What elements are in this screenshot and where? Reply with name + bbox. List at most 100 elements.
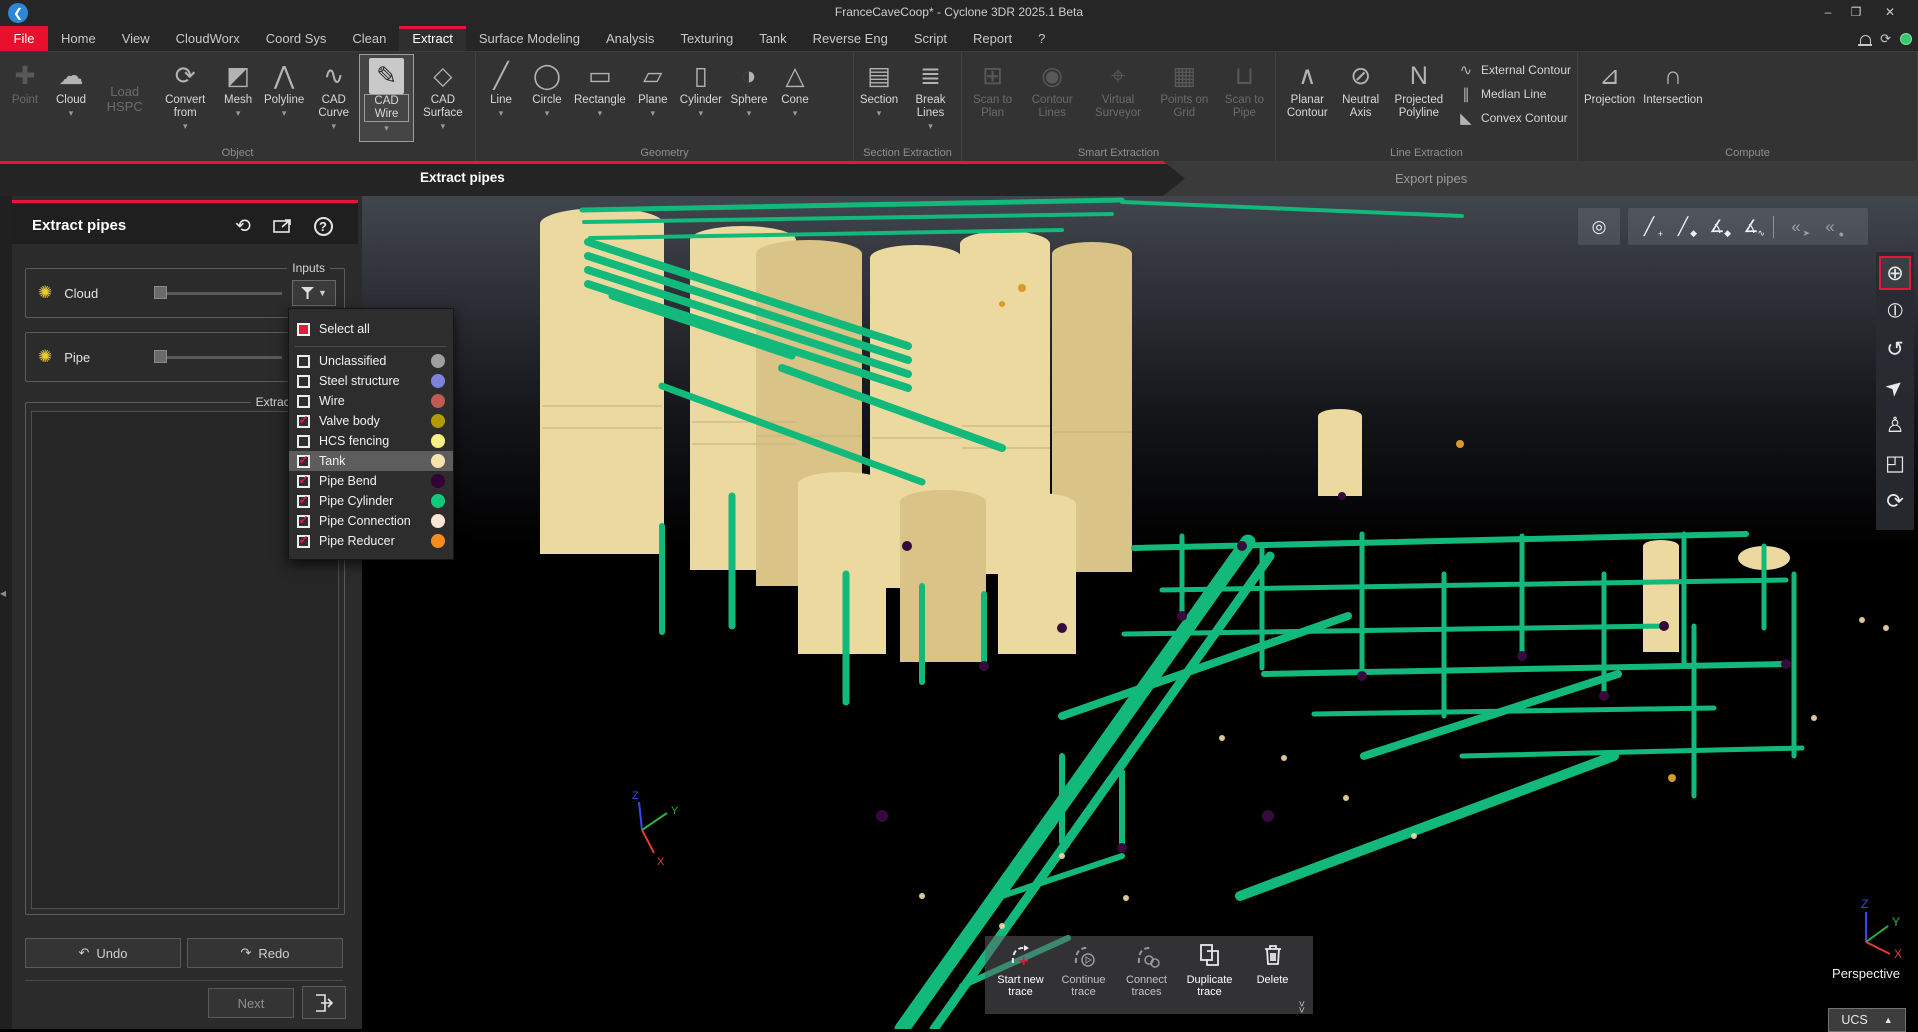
exit-step-button[interactable]	[302, 986, 346, 1019]
collapse-panel-icon[interactable]: ◂	[0, 586, 6, 600]
projected-polyline-button[interactable]: ΝProjected Polyline	[1385, 55, 1453, 141]
projection-button[interactable]: ⊿Projection	[1580, 55, 1639, 141]
orbit-icon[interactable]: ⊕	[1879, 256, 1911, 290]
planar-contour-button[interactable]: ∧Planar Contour	[1278, 55, 1337, 141]
maximize-button[interactable]: ❐	[1842, 0, 1870, 24]
undo-button[interactable]: ↶ Undo	[25, 938, 181, 968]
measure-edit-icon[interactable]: ╱◆	[1668, 217, 1698, 237]
cloud-opacity-slider[interactable]	[154, 292, 282, 295]
reset-icon[interactable]: ⟲	[230, 214, 256, 238]
viewcube-icon[interactable]: ◰	[1879, 446, 1911, 480]
fly-icon[interactable]: ➤	[1879, 370, 1911, 404]
menu-item-[interactable]: ?	[1025, 26, 1058, 51]
checkbox[interactable]	[297, 495, 310, 508]
delete-button[interactable]: Delete	[1241, 942, 1304, 1014]
notifications-bell-icon[interactable]	[1860, 35, 1871, 44]
checkbox[interactable]	[297, 395, 310, 408]
menu-item-tank[interactable]: Tank	[746, 26, 799, 51]
cad-wire-button[interactable]: ✎CAD Wire▾	[360, 55, 412, 141]
cone-button[interactable]: △Cone▾	[772, 55, 818, 141]
next-button[interactable]: Next	[208, 988, 294, 1018]
minimize-button[interactable]: –	[1814, 0, 1842, 24]
start-new-trace-button[interactable]: +Start new trace	[989, 942, 1052, 1014]
line-button[interactable]: ╱Line▾	[478, 55, 524, 141]
checkbox[interactable]	[297, 455, 310, 468]
cloud-button[interactable]: ☁Cloud▾	[48, 55, 94, 141]
visibility-bulb-icon[interactable]: ✺	[38, 347, 52, 367]
pipe-opacity-slider[interactable]	[154, 356, 282, 359]
checkbox[interactable]	[297, 355, 310, 368]
convert-from-button[interactable]: ⟳Convert from▾	[155, 55, 215, 141]
workflow-step-active[interactable]	[0, 161, 1185, 196]
external-contour-button[interactable]: ∿External Contour	[1457, 59, 1571, 81]
point-cloud-scene[interactable]: Z Y X	[362, 196, 1918, 1029]
projection-mode-label[interactable]: Perspective	[1806, 966, 1918, 981]
rectangle-button[interactable]: ▭Rectangle▾	[570, 55, 630, 141]
checkbox[interactable]	[297, 535, 310, 548]
checkbox[interactable]	[297, 375, 310, 388]
filter-option-tank[interactable]: Tank	[289, 451, 453, 471]
filter-option-select-all[interactable]: Select all	[289, 316, 453, 342]
polyline-button[interactable]: ⋀Polyline▾	[261, 55, 307, 141]
mesh-button[interactable]: ◩Mesh▾	[215, 55, 261, 141]
angle-erase-icon[interactable]: ∡◆	[1702, 217, 1732, 237]
circle-button[interactable]: ◯Circle▾	[524, 55, 570, 141]
cloud-class-filter-button[interactable]: ▼	[292, 280, 336, 306]
viewport-3d[interactable]: Z Y X ◎ ╱+╱◆∡◆∡∿«➤«● ⊕⦶↺➤♙◰⟳ +Start new …	[362, 196, 1918, 1029]
checkbox[interactable]	[297, 515, 310, 528]
cylinder-button[interactable]: ▯Cylinder▾	[676, 55, 726, 141]
cad-surface-button[interactable]: ◇CAD Surface▾	[413, 55, 473, 141]
filter-option-hcs-fencing[interactable]: HCS fencing	[289, 431, 453, 451]
menu-item-clean[interactable]: Clean	[339, 26, 399, 51]
intersection-button[interactable]: ∩Intersection	[1639, 55, 1706, 141]
checkbox[interactable]	[297, 475, 310, 488]
visibility-bulb-icon[interactable]: ✺	[38, 283, 52, 303]
menu-item-file[interactable]: File	[0, 26, 48, 51]
render-mode-icon[interactable]: ◎	[1584, 217, 1614, 237]
median-line-button[interactable]: ∥Median Line	[1457, 83, 1571, 105]
angle-wave-icon[interactable]: ∡∿	[1736, 217, 1766, 237]
filter-option-valve-body[interactable]: Valve body	[289, 411, 453, 431]
filter-option-pipe-reducer[interactable]: Pipe Reducer	[289, 531, 453, 551]
cad-curve-button[interactable]: ∿CAD Curve▾	[307, 55, 360, 141]
menu-item-texturing[interactable]: Texturing	[667, 26, 746, 51]
workflow-step-export[interactable]: Export pipes	[1395, 171, 1467, 186]
filter-option-unclassified[interactable]: Unclassified	[289, 351, 453, 371]
menu-item-reverse-eng[interactable]: Reverse Eng	[800, 26, 901, 51]
redo-button[interactable]: ↷ Redo	[187, 938, 343, 968]
menu-item-home[interactable]: Home	[48, 26, 109, 51]
filter-option-pipe-connection[interactable]: Pipe Connection	[289, 511, 453, 531]
section-button[interactable]: ▤Section▾	[856, 55, 902, 141]
filter-option-pipe-cylinder[interactable]: Pipe Cylinder	[289, 491, 453, 511]
detach-panel-icon[interactable]	[270, 214, 296, 238]
filter-option-wire[interactable]: Wire	[289, 391, 453, 411]
turntable-icon[interactable]: ⟳	[1879, 484, 1911, 518]
plane-button[interactable]: ▱Plane▾	[630, 55, 676, 141]
ucs-button[interactable]: UCS ▲	[1828, 1008, 1906, 1032]
sync-icon[interactable]: ⟳	[1880, 31, 1891, 47]
help-icon[interactable]: ?	[310, 214, 336, 238]
menu-item-script[interactable]: Script	[901, 26, 960, 51]
menu-item-cloudworx[interactable]: CloudWorx	[163, 26, 253, 51]
filter-option-steel-structure[interactable]: Steel structure	[289, 371, 453, 391]
examine-icon[interactable]: ↺	[1879, 332, 1911, 366]
constrained-orbit-icon[interactable]: ⦶	[1879, 294, 1911, 328]
menu-item-extract[interactable]: Extract	[399, 26, 465, 51]
menu-item-analysis[interactable]: Analysis	[593, 26, 667, 51]
break-lines-button[interactable]: ≣Break Lines▾	[902, 55, 959, 141]
menu-item-view[interactable]: View	[109, 26, 163, 51]
collapse-toolbar-icon[interactable]: ˅˅	[1299, 1002, 1305, 1014]
menu-item-coord-sys[interactable]: Coord Sys	[253, 26, 340, 51]
walk-icon[interactable]: ♙	[1879, 408, 1911, 442]
convex-contour-button[interactable]: ◣Convex Contour	[1457, 107, 1571, 129]
filter-option-pipe-bend[interactable]: Pipe Bend	[289, 471, 453, 491]
neutral-axis-button[interactable]: ⊘Neutral Axis	[1337, 55, 1385, 141]
menu-item-surface-modeling[interactable]: Surface Modeling	[466, 26, 593, 51]
sphere-button[interactable]: ◑Sphere▾	[726, 55, 772, 141]
checkbox[interactable]	[297, 415, 310, 428]
menu-item-report[interactable]: Report	[960, 26, 1025, 51]
duplicate-trace-button[interactable]: Duplicate trace	[1178, 942, 1241, 1014]
checkbox[interactable]	[297, 435, 310, 448]
close-button[interactable]: ✕	[1876, 0, 1904, 24]
measure-add-icon[interactable]: ╱+	[1634, 217, 1664, 237]
